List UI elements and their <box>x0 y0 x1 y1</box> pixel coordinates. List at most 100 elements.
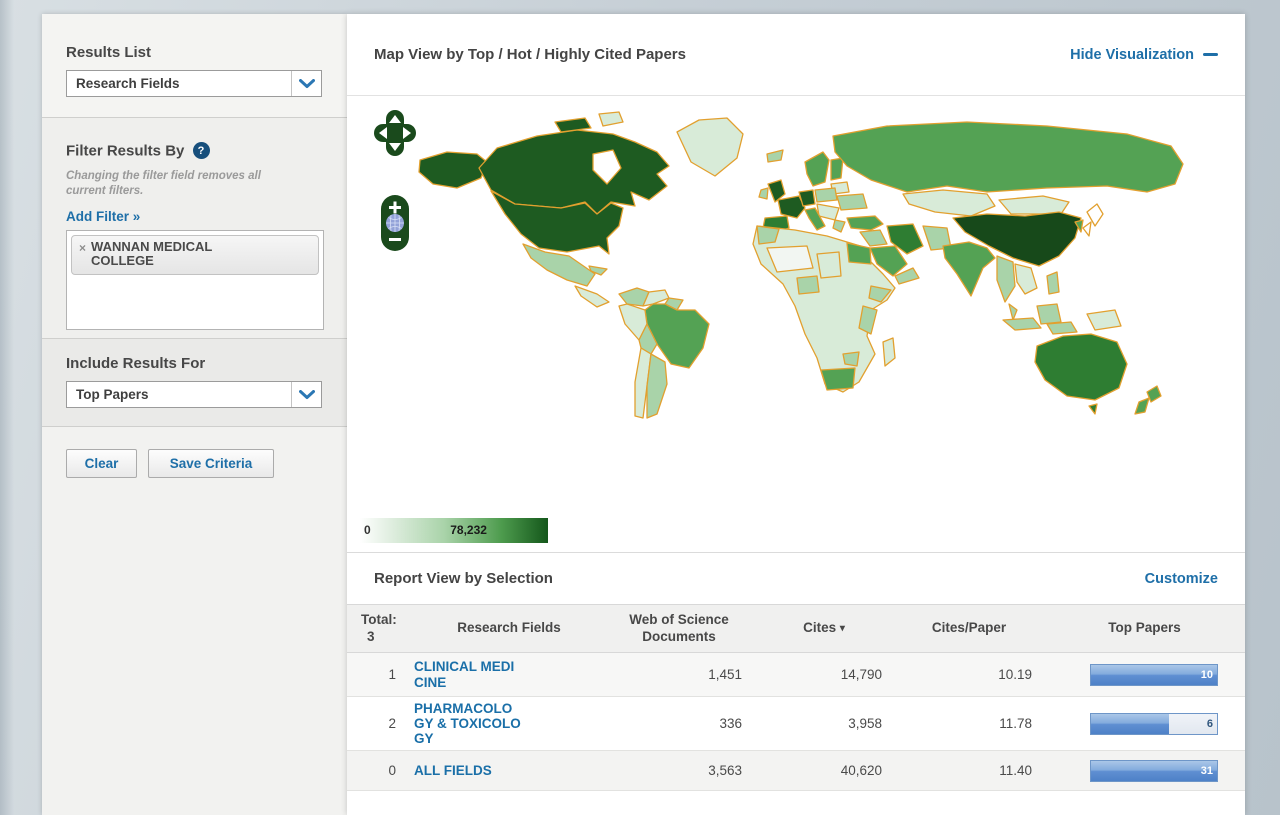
country-norway-sweden <box>805 152 829 186</box>
cites-value: 14,790 <box>754 653 894 697</box>
country-egypt <box>847 243 871 264</box>
country-greenland <box>677 118 743 176</box>
country-japan <box>1083 222 1091 236</box>
world-choropleth-map[interactable] <box>347 96 1245 552</box>
chevron-down-icon[interactable] <box>291 71 321 96</box>
map-color-legend: 0 78,232 <box>360 518 548 543</box>
world-map-area: 0 78,232 <box>347 96 1245 552</box>
row-rank: 0 <box>347 751 414 791</box>
report-view-title: Report View by Selection <box>374 570 553 587</box>
report-table-header-row: Total: 3 Research Fields Web of Science … <box>347 605 1245 653</box>
country-ukraine <box>837 194 867 210</box>
remove-filter-icon[interactable]: × <box>79 241 86 255</box>
report-view-header: Report View by Selection Customize <box>347 552 1245 604</box>
cites-per-paper-value: 11.78 <box>894 697 1044 751</box>
country-nigeria <box>797 276 819 294</box>
total-count: Total: 3 <box>347 605 414 653</box>
include-results-heading: Include Results For <box>66 355 323 372</box>
legend-max-value: 78,232 <box>450 523 487 537</box>
country-kenya-tanzania <box>859 306 877 334</box>
table-row: 2 PHARMACOLOGY & TOXICOLOGY 336 3,958 11… <box>347 697 1245 751</box>
filter-results-section: Filter Results By ? Changing the filter … <box>42 117 347 338</box>
cites-value: 40,620 <box>754 751 894 791</box>
add-filter-link[interactable]: Add Filter » <box>66 209 140 224</box>
documents-value: 1,451 <box>604 653 754 697</box>
central-america <box>575 286 609 307</box>
country-malaysia <box>1009 304 1017 320</box>
country-zimbabwe <box>843 352 859 366</box>
chevron-down-icon[interactable] <box>291 382 321 407</box>
actions-section: Clear Save Criteria <box>42 426 347 815</box>
country-png <box>1087 310 1121 330</box>
zoom-out-icon <box>389 238 401 241</box>
map-pan-control[interactable] <box>374 110 416 156</box>
cites-value: 3,958 <box>754 697 894 751</box>
results-list-select[interactable]: Research Fields <box>66 70 322 97</box>
legend-min-value: 0 <box>364 523 371 537</box>
sort-descending-icon: ▾ <box>840 623 845 634</box>
arctic-islands <box>599 112 623 126</box>
country-turkey <box>847 216 883 230</box>
help-icon[interactable]: ? <box>193 142 210 159</box>
top-papers-value: 10 <box>1201 669 1213 681</box>
filters-sidebar: Results List Research Fields Filter Resu… <box>42 14 347 815</box>
field-link[interactable]: PHARMACOLOGY & TOXICOLOGY <box>414 701 522 746</box>
cites-per-paper-value: 11.40 <box>894 751 1044 791</box>
country-iceland <box>767 150 783 162</box>
table-row: 0 ALL FIELDS 3,563 40,620 11.40 31 <box>347 751 1245 791</box>
col-header-cites-per-paper[interactable]: Cites/Paper <box>894 605 1044 653</box>
top-papers-bar: 6 <box>1090 713 1218 735</box>
documents-value: 336 <box>604 697 754 751</box>
map-view-title: Map View by Top / Hot / Highly Cited Pap… <box>374 46 686 63</box>
main-content: Map View by Top / Hot / Highly Cited Pap… <box>347 14 1245 815</box>
country-alaska <box>419 152 487 188</box>
country-chad-sudan <box>817 252 841 278</box>
country-ireland <box>759 188 768 199</box>
country-indonesia-east <box>1047 322 1077 334</box>
include-results-section: Include Results For Top Papers <box>42 338 347 426</box>
country-morocco <box>757 226 779 244</box>
save-criteria-button[interactable]: Save Criteria <box>148 449 274 478</box>
minus-icon <box>1203 53 1218 56</box>
country-mongolia <box>999 196 1069 214</box>
country-india <box>943 242 995 296</box>
hide-visualization-link[interactable]: Hide Visualization <box>1070 47 1218 63</box>
top-papers-value: 6 <box>1207 718 1213 730</box>
customize-link[interactable]: Customize <box>1145 571 1218 587</box>
country-australia <box>1035 334 1127 400</box>
field-link[interactable]: ALL FIELDS <box>414 763 492 778</box>
top-papers-value: 31 <box>1201 765 1213 777</box>
country-new-zealand-south <box>1135 398 1149 414</box>
country-philippines <box>1047 272 1059 294</box>
col-header-top-papers[interactable]: Top Papers <box>1044 605 1245 653</box>
cites-per-paper-value: 10.19 <box>894 653 1044 697</box>
country-madagascar <box>883 338 895 366</box>
col-header-research-fields[interactable]: Research Fields <box>414 605 604 653</box>
report-table: Total: 3 Research Fields Web of Science … <box>347 604 1245 791</box>
col-header-wos-documents[interactable]: Web of Science Documents <box>604 605 754 653</box>
top-papers-bar: 10 <box>1090 664 1218 686</box>
top-papers-bar: 31 <box>1090 760 1218 782</box>
map-zoom-control[interactable] <box>380 194 410 252</box>
active-filters-box: × WANNAN MEDICAL COLLEGE <box>66 230 324 330</box>
include-results-select[interactable]: Top Papers <box>66 381 322 408</box>
country-kazakhstan <box>903 190 995 216</box>
results-list-section: Results List Research Fields <box>42 14 347 117</box>
country-vietnam <box>1015 264 1037 294</box>
documents-value: 3,563 <box>604 751 754 791</box>
filter-results-heading: Filter Results By ? <box>66 142 323 160</box>
table-row: 1 CLINICAL MEDICINE 1,451 14,790 10.19 1… <box>347 653 1245 697</box>
clear-button[interactable]: Clear <box>66 449 137 478</box>
country-myanmar-thailand <box>997 256 1015 302</box>
country-greece <box>833 220 845 232</box>
col-header-cites-sorted[interactable]: Cites ▾ <box>754 605 894 653</box>
country-poland <box>815 188 837 202</box>
include-results-selected-value: Top Papers <box>67 387 291 402</box>
country-south-africa <box>821 368 855 390</box>
field-link[interactable]: CLINICAL MEDICINE <box>414 659 522 689</box>
filter-chip-label: WANNAN MEDICAL COLLEGE <box>91 240 226 269</box>
country-argentina <box>647 354 667 418</box>
filter-chip[interactable]: × WANNAN MEDICAL COLLEGE <box>71 235 319 275</box>
map-view-header: Map View by Top / Hot / Highly Cited Pap… <box>347 14 1245 96</box>
tasmania <box>1089 404 1097 414</box>
